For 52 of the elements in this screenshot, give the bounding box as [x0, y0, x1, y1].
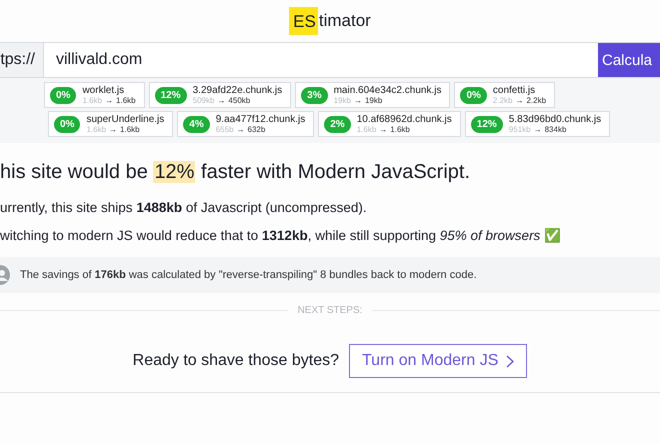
arrow-glyph: → [379, 125, 388, 134]
percent-badge: 3% [301, 86, 328, 104]
percent-badge: 12% [470, 116, 503, 132]
size-before: 19kb [334, 96, 351, 105]
size-before: 1.6kb [86, 125, 106, 134]
note-text: The savings of 176kb was calculated by "reverse-transpiling" 8 bundles back to modern code. [20, 269, 477, 281]
size-after: 2.2kb [526, 96, 546, 105]
arrow-glyph: → [109, 125, 118, 134]
bundle-name: confetti.js [492, 85, 536, 96]
arrow-glyph: → [236, 125, 245, 134]
size-after: 19kb [364, 96, 382, 105]
percent-badge: 0% [54, 116, 80, 132]
arrow-glyph: → [515, 96, 524, 105]
size-before: 655b [216, 125, 234, 134]
size-before: 2.2kb [492, 96, 512, 105]
arrow-glyph: → [217, 96, 226, 105]
url-prefix: tps:// [0, 43, 44, 77]
size-before: 509kb [192, 96, 214, 105]
bundle-name: 3.29afd22e.chunk.js [192, 85, 282, 96]
percent-badge: 2% [324, 116, 351, 132]
arrow-glyph: → [354, 96, 362, 105]
chevron-icon [506, 354, 514, 368]
headline: his site would be 12% faster with Modern JavaScript. [0, 161, 472, 184]
percent-badge: 0% [50, 86, 76, 104]
percent-badge: 0% [460, 86, 487, 104]
size-after: 450kb [228, 96, 250, 105]
size-before: 951kb [508, 125, 531, 134]
summary-text: urrently, this site ships 1488kb of Javascript (uncompressed). [0, 200, 368, 215]
calculate-button[interactable]: Calcula [598, 43, 660, 77]
arrow-glyph: → [105, 96, 114, 105]
size-before: 1.6kb [356, 125, 376, 134]
size-after: 834kb [544, 125, 566, 134]
size-after: 1.6kb [120, 125, 140, 134]
bundle-name: 5.83d96bd0.chunk.js [508, 114, 602, 125]
bundle-name: main.604e34c2.chunk.js [334, 85, 442, 96]
section-label: NEXT STEPS: [296, 305, 364, 316]
percent-badge: 4% [183, 116, 210, 132]
bundle-name: worklet.js [82, 85, 126, 96]
bundle-name: 9.aa477f12.chunk.js [216, 114, 306, 125]
logo-mark: ES [289, 7, 318, 35]
bundle-name: 10.af68962d.chunk.js [356, 114, 452, 125]
cta-prompt: Ready to shave those bytes? [132, 352, 339, 370]
size-after: 1.6kb [390, 125, 410, 134]
arrow-glyph: → [534, 125, 542, 134]
size-after: 632b [248, 125, 266, 134]
modern-js-button[interactable]: Turn on Modern JS [349, 344, 528, 378]
bundle-name: superUnderline.js [86, 114, 164, 125]
size-before: 1.6kb [82, 96, 102, 105]
size-after: 1.6kb [116, 96, 136, 105]
logo-text: timator [318, 11, 371, 31]
summary-text: witching to modern JS would reduce that to 1312kb, while still supporting 95% of browsers ✅ [0, 227, 562, 243]
percent-badge: 12% [154, 86, 187, 104]
